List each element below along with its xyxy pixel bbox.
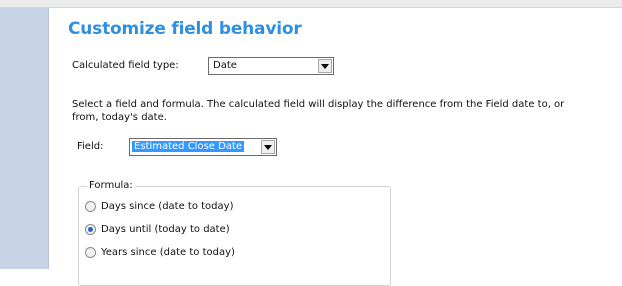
dropdown-button[interactable]: [261, 140, 275, 154]
field-label: Field:: [77, 141, 104, 152]
radio-icon[interactable]: [85, 201, 96, 212]
formula-option-label: Years since (date to today): [101, 247, 235, 258]
formula-option-days-since[interactable]: Days since (date to today): [85, 201, 233, 212]
calculated-field-type-label: Calculated field type:: [72, 60, 179, 71]
page-title: Customize field behavior: [68, 19, 302, 39]
chevron-down-icon: [321, 63, 329, 69]
formula-option-label: Days since (date to today): [101, 201, 234, 212]
field-select[interactable]: Estimated Close Date: [129, 138, 277, 156]
formula-option-years-since[interactable]: Years since (date to today): [85, 247, 235, 258]
dropdown-button[interactable]: [318, 59, 332, 73]
formula-group-title: Formula:: [87, 180, 135, 191]
calculated-field-type-select[interactable]: Date: [208, 57, 334, 75]
field-select-value: Estimated Close Date: [132, 141, 245, 152]
chevron-down-icon: [264, 144, 272, 150]
radio-icon[interactable]: [85, 247, 96, 258]
formula-option-label: Days until (today to date): [101, 224, 230, 235]
radio-icon[interactable]: [85, 224, 96, 235]
top-border: [0, 0, 622, 8]
description-text: Select a field and formula. The calculat…: [72, 99, 565, 123]
calculated-field-type-value: Date: [213, 60, 237, 71]
left-sidebar: [0, 8, 49, 269]
formula-option-days-until[interactable]: Days until (today to date): [85, 224, 230, 235]
